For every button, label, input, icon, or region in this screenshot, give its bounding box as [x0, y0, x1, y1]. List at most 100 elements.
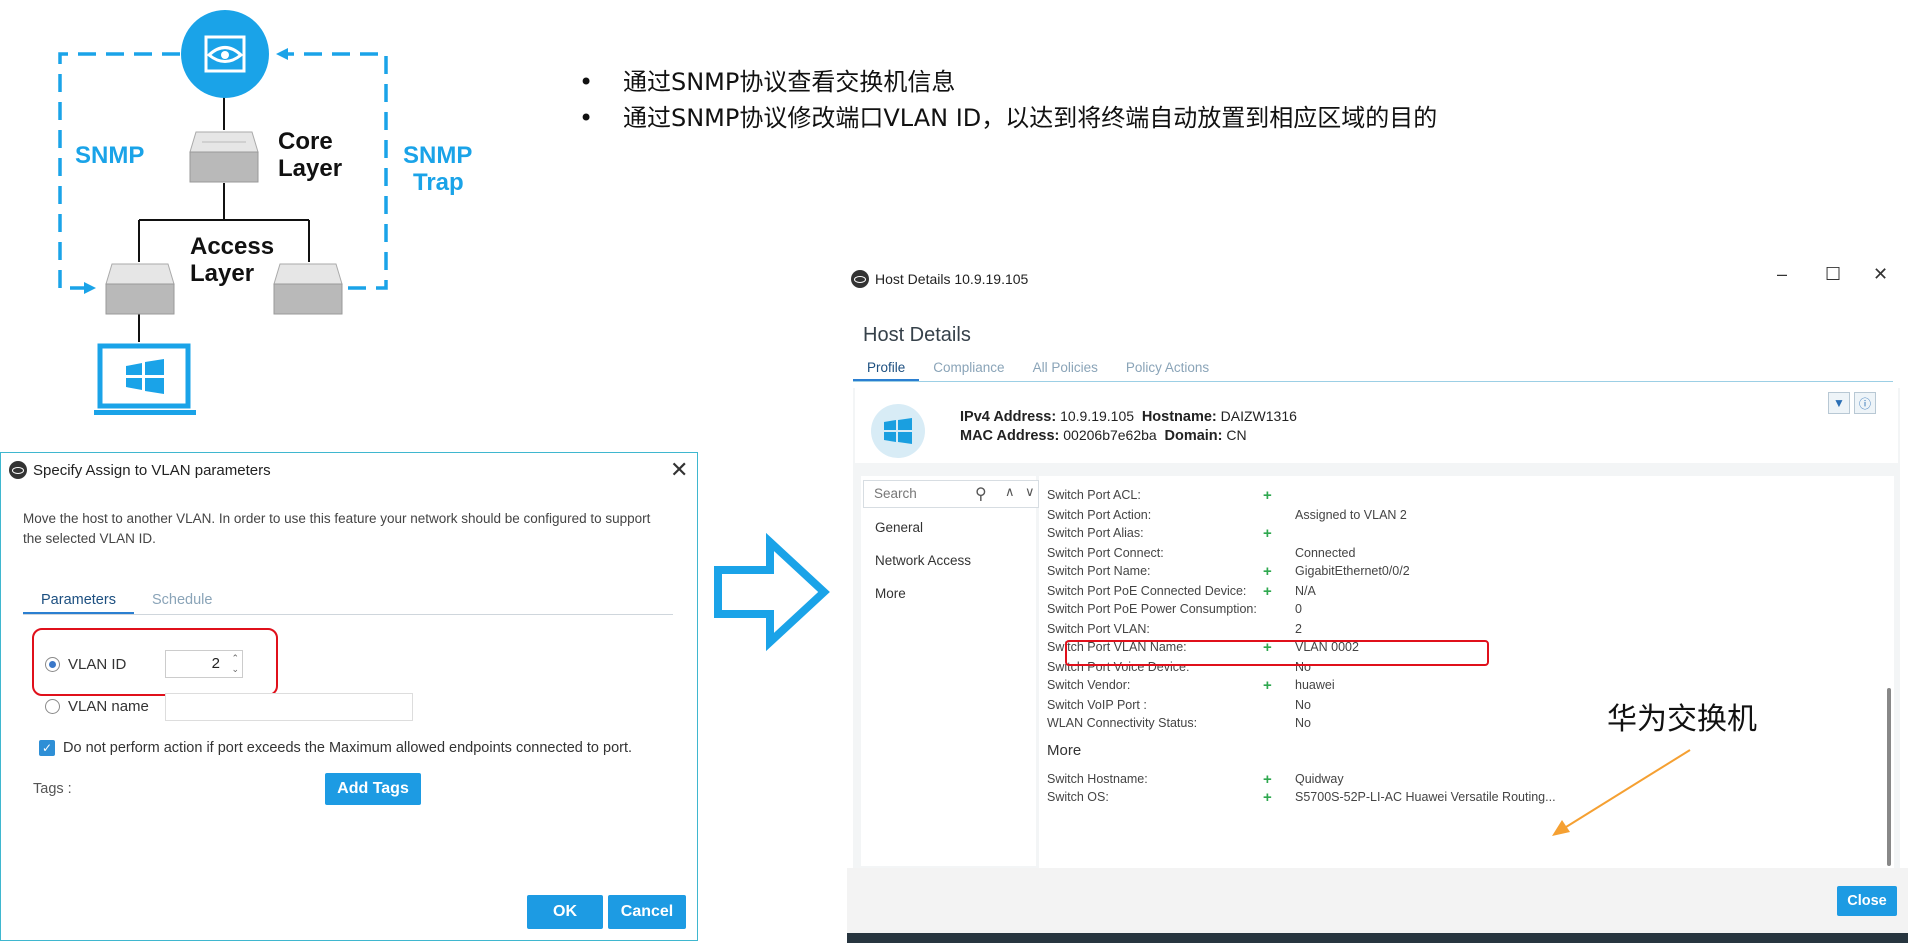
search-icon[interactable]: ⚲ — [975, 484, 987, 504]
info-icon[interactable]: ⓘ — [1854, 392, 1876, 414]
property-row: Switch Port Action: Assigned to VLAN 2 — [1039, 508, 1889, 526]
vlan-name-option[interactable]: VLAN name — [45, 698, 149, 715]
ok-button[interactable]: OK — [527, 895, 603, 929]
page-title: Host Details — [863, 324, 971, 346]
assign-vlan-dialog: Specify Assign to VLAN parameters ✕ Move… — [0, 452, 698, 941]
max-endpoints-label: Do not perform action if port exceeds th… — [63, 740, 633, 756]
controller-eye-icon — [181, 10, 269, 98]
tab-schedule[interactable]: Schedule — [134, 587, 230, 614]
property-row: Switch Port VLAN: 2 — [1039, 622, 1889, 640]
close-button[interactable]: Close — [1837, 886, 1897, 916]
windows-laptop-icon — [94, 342, 196, 418]
sidebar-item-general[interactable]: General — [875, 520, 923, 535]
app-eye-icon — [851, 270, 869, 288]
property-row: Switch Port PoE Power Consumption: 0 — [1039, 602, 1889, 620]
property-key: Switch Port PoE Power Consumption: — [1047, 602, 1257, 616]
property-value: Quidway — [1295, 772, 1344, 786]
hostname-value: DAIZW1316 — [1220, 408, 1297, 424]
sidebar-item-network-access[interactable]: Network Access — [875, 553, 971, 568]
property-value: No — [1295, 716, 1311, 730]
chevron-down-icon[interactable]: ∨ — [1025, 484, 1035, 500]
highlight-box — [32, 628, 278, 696]
max-endpoints-option[interactable]: ✓ Do not perform action if port exceeds … — [39, 740, 632, 756]
host-tabs: Profile Compliance All Policies Policy A… — [853, 356, 1893, 382]
property-key: Switch Port Alias: — [1047, 526, 1144, 540]
taskbar — [847, 933, 1908, 943]
window-title-bar: Host Details 10.9.19.105 — [851, 270, 1028, 288]
add-plus-icon[interactable]: + — [1263, 772, 1272, 788]
add-plus-icon[interactable]: + — [1263, 564, 1272, 580]
tab-compliance[interactable]: Compliance — [919, 356, 1018, 381]
tab-policy-actions[interactable]: Policy Actions — [1112, 356, 1223, 381]
network-diagram: SNMP SNMP Trap Core Layer Access Layer — [0, 0, 520, 420]
mac-domain-line: MAC Address: 00206b7e62ba Domain: CN — [960, 427, 1247, 444]
property-row: Switch Port Alias: + — [1039, 526, 1889, 544]
add-plus-icon[interactable]: + — [1263, 678, 1272, 694]
vlan-name-label: VLAN name — [68, 698, 149, 715]
core-switch-icon — [188, 130, 260, 184]
tab-profile[interactable]: Profile — [853, 356, 920, 381]
snmp-trap-label-1: SNMP — [403, 142, 473, 169]
property-row: WLAN Connectivity Status: No — [1039, 716, 1889, 734]
tab-all-policies[interactable]: All Policies — [1019, 356, 1112, 381]
property-key: Switch Port ACL: — [1047, 488, 1141, 502]
property-value: 0 — [1295, 602, 1302, 616]
property-key: Switch Port VLAN: — [1047, 622, 1150, 636]
vlan-highlight-box — [1065, 640, 1489, 666]
access-label-2: Layer — [190, 260, 255, 287]
more-section-heading: More — [1047, 742, 1082, 759]
chevron-up-icon[interactable]: ∧ — [1005, 484, 1015, 500]
access-label-1: Access — [190, 233, 275, 260]
dialog-description: Move the host to another VLAN. In order … — [23, 511, 651, 546]
property-key: Switch Port PoE Connected Device: — [1047, 584, 1247, 598]
property-key: Switch VoIP Port : — [1047, 698, 1147, 712]
close-icon[interactable]: ✕ — [670, 457, 688, 483]
window-footer — [847, 868, 1908, 936]
vlan-name-input[interactable] — [165, 693, 413, 721]
host-details-window: Host Details 10.9.19.105 – ☐ ✕ Host Deta… — [847, 258, 1908, 943]
scrollbar[interactable] — [1887, 688, 1891, 866]
property-value: huawei — [1295, 678, 1335, 692]
bullet-list: 通过SNMP协议查看交换机信息 通过SNMP协议修改端口VLAN ID，以达到将… — [575, 64, 1437, 136]
add-plus-icon[interactable]: + — [1263, 526, 1272, 542]
dialog-tabs: Parameters Schedule — [23, 587, 673, 615]
sidebar-item-more[interactable]: More — [875, 586, 906, 601]
core-label-1: Core — [278, 128, 333, 155]
annotation-arrow-icon — [1552, 749, 1691, 836]
property-row: Switch Hostname: + Quidway — [1039, 772, 1889, 790]
add-plus-icon[interactable]: + — [1263, 488, 1272, 504]
access-switch-left-icon — [104, 262, 176, 316]
property-row: Switch Port Connect: Connected — [1039, 546, 1889, 564]
add-plus-icon[interactable]: + — [1263, 584, 1272, 600]
tab-parameters[interactable]: Parameters — [23, 587, 134, 614]
cut-off-row — [1047, 476, 1867, 478]
snmp-trap-label-2: Trap — [413, 169, 464, 196]
property-key: Switch Vendor: — [1047, 678, 1131, 692]
property-value: GigabitEthernet0/0/2 — [1295, 564, 1410, 578]
property-value: Connected — [1295, 546, 1356, 560]
property-row: Switch Port Name: + GigabitEthernet0/0/2 — [1039, 564, 1889, 582]
bullet-item: 通过SNMP协议查看交换机信息 — [575, 64, 1437, 100]
tags-label: Tags : — [33, 781, 72, 797]
mac-label: MAC Address: — [960, 428, 1060, 444]
windows-os-icon — [871, 404, 925, 458]
maximize-icon[interactable]: ☐ — [1825, 264, 1841, 285]
domain-label: Domain: — [1164, 428, 1223, 444]
close-icon[interactable]: ✕ — [1873, 264, 1888, 285]
add-tags-button[interactable]: Add Tags — [325, 773, 421, 805]
property-value: Assigned to VLAN 2 — [1295, 508, 1407, 522]
expand-icon[interactable]: ▼ — [1828, 392, 1850, 414]
huawei-switch-annotation: 华为交换机 — [1607, 702, 1757, 737]
checkbox-checked-icon[interactable]: ✓ — [39, 740, 55, 756]
vlan-name-radio[interactable] — [45, 699, 60, 714]
minimize-icon[interactable]: – — [1777, 264, 1787, 285]
cancel-button[interactable]: Cancel — [608, 895, 686, 929]
property-key: Switch Hostname: — [1047, 772, 1148, 786]
property-value: No — [1295, 698, 1311, 712]
property-row: Switch Port PoE Connected Device: + N/A — [1039, 584, 1889, 602]
add-plus-icon[interactable]: + — [1263, 790, 1272, 806]
ipv4-value: 10.9.19.105 — [1060, 408, 1135, 424]
dialog-title-bar: Specify Assign to VLAN parameters — [9, 461, 271, 479]
mac-value: 00206b7e62ba — [1063, 427, 1157, 443]
core-label-2: Layer — [278, 155, 343, 182]
